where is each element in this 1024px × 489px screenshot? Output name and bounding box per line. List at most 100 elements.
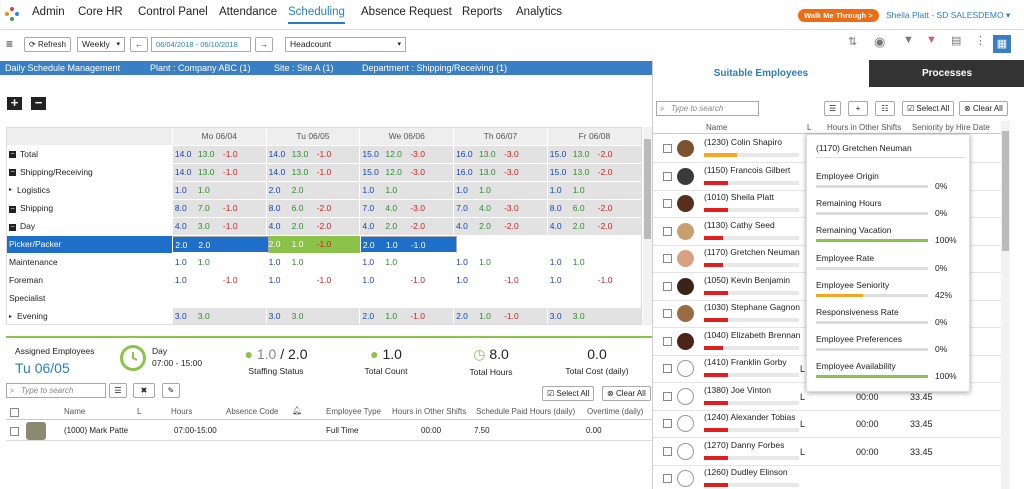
schedule-cell[interactable]: 14.0 13.0 -1.0 bbox=[265, 163, 360, 182]
col-name[interactable]: Name bbox=[706, 123, 727, 132]
collapse-toggle-icon[interactable]: − bbox=[9, 151, 16, 159]
col-name[interactable]: Name bbox=[64, 407, 85, 416]
bell-icon[interactable]: 🔔︎ bbox=[292, 406, 302, 415]
schedule-cell[interactable] bbox=[265, 289, 360, 309]
row-checkbox[interactable] bbox=[663, 171, 672, 181]
grid-row[interactable]: − Shipping 8.0 7.0 -1.0 8.0 6.0 -2.0 7.0 4.0 -3.0 7… bbox=[7, 199, 641, 219]
day-header[interactable]: Tu 06/05 bbox=[265, 128, 360, 146]
col-employee-type[interactable]: Employee Type bbox=[326, 407, 381, 416]
row-checkbox[interactable] bbox=[663, 281, 672, 291]
col-hours-other-shifts[interactable]: Hours in Other Shifts bbox=[827, 123, 901, 132]
tab-processes[interactable]: Processes bbox=[869, 60, 1024, 87]
grid-row-label[interactable]: Maintenance bbox=[7, 253, 173, 273]
day-header[interactable]: Fr 06/08 bbox=[546, 128, 641, 146]
grid-row-label[interactable]: Specialist bbox=[7, 289, 173, 309]
col-l[interactable]: L bbox=[137, 407, 141, 416]
clear-filter-icon[interactable]: ▼ bbox=[926, 34, 937, 46]
schedule-cell[interactable] bbox=[546, 289, 641, 309]
grid-row[interactable]: ▸ Evening 3.0 3.0 3.0 3.0 2.0 1.0 -1.0 2.0 1.0 -1.0… bbox=[7, 307, 641, 324]
list-item[interactable]: (1270) Danny Forbes L 00:00 33.45 bbox=[653, 438, 1001, 466]
add-user-icon[interactable]: + bbox=[848, 101, 868, 116]
row-checkbox[interactable] bbox=[663, 474, 672, 483]
row-checkbox[interactable] bbox=[663, 144, 672, 153]
schedule-cell[interactable]: 3.0 3.0 bbox=[171, 307, 267, 324]
date-range-picker[interactable]: 06/04/2018 - 06/10/2018 bbox=[151, 37, 251, 52]
grid-row[interactable]: − Total 14.0 13.0 -1.0 14.0 13.0 -1.0 15.0 12.0 -3… bbox=[7, 145, 641, 164]
schedule-cell[interactable]: 8.0 7.0 -1.0 bbox=[171, 199, 267, 219]
schedule-cell[interactable]: 7.0 4.0 -3.0 bbox=[359, 199, 454, 219]
expand-all-button[interactable]: + bbox=[7, 96, 22, 110]
schedule-cell[interactable]: 1.0 1.0 bbox=[359, 253, 454, 273]
more-options-icon[interactable]: ⋮ bbox=[975, 34, 986, 47]
day-header[interactable]: We 06/06 bbox=[359, 128, 454, 146]
refresh-button[interactable]: ⟳ Refresh bbox=[24, 37, 71, 52]
grid-row[interactable]: − Shipping/Receiving 14.0 13.0 -1.0 14.0 13.0-… bbox=[7, 163, 641, 182]
schedule-cell[interactable]: 14.0 13.0 -1.0 bbox=[171, 145, 267, 164]
header-checkbox[interactable] bbox=[10, 408, 19, 417]
schedule-cell[interactable]: 1.0 1.0 bbox=[546, 253, 641, 273]
schedule-cell[interactable]: 4.0 2.0 -2.0 bbox=[453, 217, 548, 237]
nav-absence-request[interactable]: Absence Request bbox=[361, 6, 452, 18]
collapse-toggle-icon[interactable]: − bbox=[9, 169, 16, 177]
row-checkbox[interactable] bbox=[663, 226, 672, 236]
assigned-clear-all-button[interactable]: ⊗ Clear All bbox=[602, 386, 651, 401]
row-checkbox[interactable] bbox=[663, 254, 672, 263]
list-view-icon[interactable]: ☰ bbox=[109, 383, 127, 398]
edit-icon[interactable]: ✎ bbox=[162, 383, 180, 398]
grid-row-label[interactable]: − Shipping/Receiving bbox=[7, 163, 173, 182]
tab-suitable-employees[interactable]: Suitable Employees bbox=[653, 60, 869, 87]
list-item[interactable]: (1260) Dudley Elinson bbox=[653, 465, 1001, 489]
schedule-cell[interactable]: 2.0 1.0 -1.0 bbox=[359, 307, 454, 324]
nav-attendance[interactable]: Attendance bbox=[219, 6, 277, 18]
schedule-cell[interactable]: 8.0 6.0 -2.0 bbox=[265, 199, 360, 219]
schedule-cell[interactable]: 1.0 1.0 bbox=[359, 181, 454, 201]
grid-row[interactable]: Maintenance 1.0 1.0 1.0 1.0 1.0 1.0 1.0 1.0 1.0 1.… bbox=[7, 253, 641, 273]
col-l[interactable]: L bbox=[807, 123, 811, 132]
expand-arrow-icon[interactable]: ▸ bbox=[9, 182, 12, 198]
checklist-icon[interactable]: ☷ bbox=[875, 101, 895, 116]
schedule-cell[interactable]: 3.0 3.0 bbox=[546, 307, 641, 324]
schedule-cell[interactable]: 1.0 -1.0 bbox=[171, 271, 267, 291]
walk-me-through-button[interactable]: Walk Me Through > bbox=[798, 9, 879, 22]
row-checkbox[interactable] bbox=[663, 199, 672, 208]
schedule-cell[interactable]: 15.0 12.0 -3.0 bbox=[359, 163, 454, 182]
grid-row-label[interactable]: − Shipping bbox=[7, 199, 173, 219]
schedule-cell[interactable]: 15.0 13.0 -2.0 bbox=[546, 145, 641, 164]
schedule-cell[interactable]: 2.0 2.0 bbox=[172, 236, 270, 254]
schedule-cell[interactable]: 2.0 1.0 -1.0 bbox=[265, 235, 360, 255]
grid-row[interactable]: ▸ Logistics 1.0 1.0 2.0 2.0 1.0 1.0 1.0 1.0 1.0 1.0 bbox=[7, 181, 641, 201]
suitable-clear-all-button[interactable]: ⊗ Clear All bbox=[959, 101, 1008, 116]
user-menu[interactable]: Sheila Platt - SD SALESDEMO ▾ bbox=[886, 10, 1010, 21]
col-hours-other-shifts[interactable]: Hours in Other Shifts bbox=[392, 407, 466, 416]
collapse-toggle-icon[interactable]: − bbox=[9, 223, 16, 231]
prev-week-button[interactable]: ← bbox=[130, 37, 148, 52]
row-checkbox[interactable] bbox=[10, 427, 19, 436]
col-paid-hours[interactable]: Schedule Paid Hours (daily) bbox=[476, 407, 575, 416]
day-header[interactable]: Mo 06/04 bbox=[171, 128, 267, 146]
suitable-search-input[interactable]: ⌕ Type to search bbox=[656, 101, 759, 116]
schedule-cell[interactable]: 1.0 1.0 bbox=[453, 181, 548, 201]
grid-row[interactable]: Foreman 1.0 -1.0 1.0 -1.0 1.0 -1.0 1.0 -1.0 1.0 -1… bbox=[7, 271, 641, 291]
day-header[interactable]: Th 06/07 bbox=[453, 128, 548, 146]
nav-reports[interactable]: Reports bbox=[462, 6, 502, 18]
schedule-cell[interactable]: 15.0 12.0 -3.0 bbox=[359, 145, 454, 164]
measure-select[interactable]: Headcount ▾ bbox=[285, 37, 406, 52]
eye-icon[interactable]: ◉ bbox=[874, 34, 885, 50]
col-seniority[interactable]: Seniority by Hire Date bbox=[912, 123, 990, 132]
schedule-cell[interactable] bbox=[453, 289, 548, 309]
schedule-cell[interactable] bbox=[171, 289, 267, 309]
schedule-cell[interactable]: 1.0 1.0 bbox=[453, 253, 548, 273]
table-row[interactable]: (1000) Mark Patte 07:00-15:00 Full Time … bbox=[6, 421, 652, 441]
assigned-search-input[interactable]: ⌕ Type to search bbox=[6, 383, 106, 398]
grid-view-icon[interactable]: ▦ bbox=[993, 35, 1011, 53]
export-excel-icon[interactable]: ▤ bbox=[951, 34, 961, 47]
assigned-select-all-button[interactable]: ☑ Select All bbox=[542, 386, 595, 401]
schedule-cell[interactable]: 15.0 13.0 -2.0 bbox=[546, 163, 641, 182]
next-week-button[interactable]: → bbox=[255, 37, 273, 52]
schedule-cell[interactable] bbox=[359, 289, 454, 309]
schedule-cell[interactable]: 4.0 2.0 -2.0 bbox=[546, 217, 641, 237]
grid-row-label[interactable]: Picker/Packer bbox=[7, 235, 173, 255]
schedule-cell[interactable]: 2.0 1.0 -1.0 bbox=[453, 307, 548, 324]
schedule-cell[interactable]: 1.0 -1.0 bbox=[453, 271, 548, 291]
schedule-cell[interactable]: 16.0 13.0 -3.0 bbox=[453, 163, 548, 182]
